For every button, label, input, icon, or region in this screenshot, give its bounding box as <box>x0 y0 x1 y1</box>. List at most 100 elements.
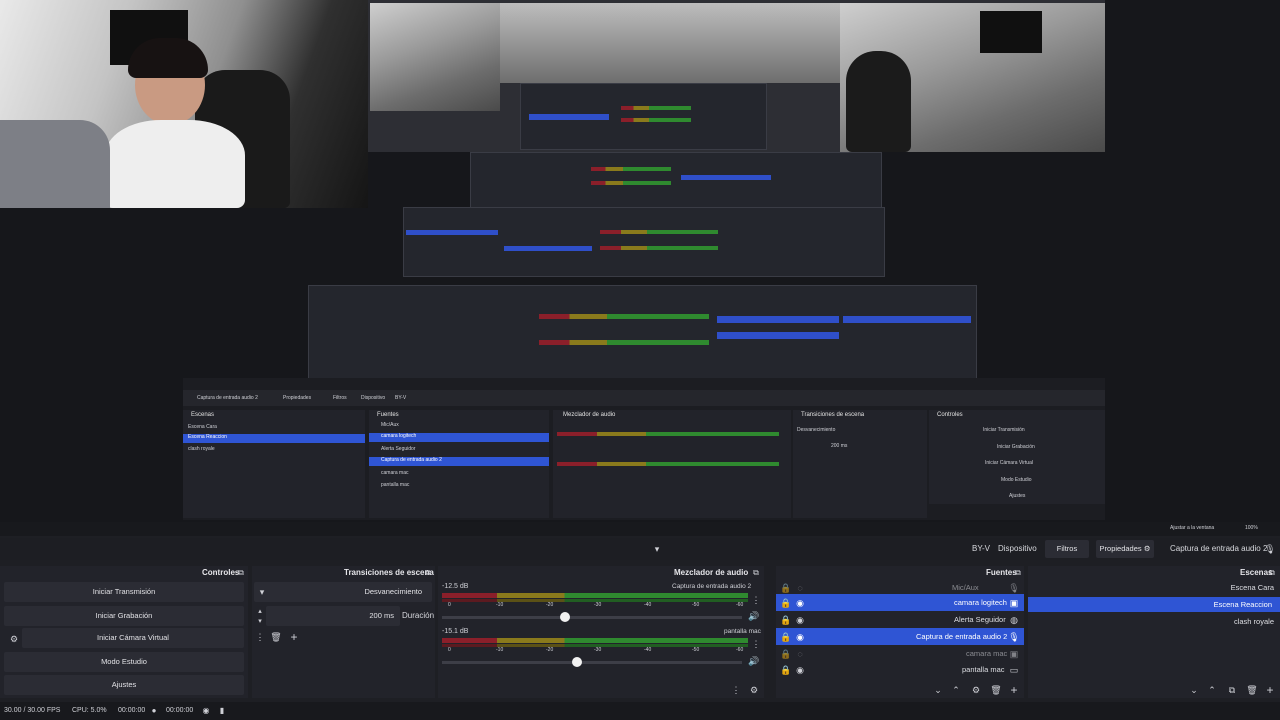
add-icon[interactable]: + <box>1008 684 1020 696</box>
track2-meter <box>442 638 748 643</box>
monitor-icon: ▭ <box>1009 665 1019 675</box>
source-item[interactable]: 🔒 ◉ pantalla mac ▭ <box>776 662 1024 677</box>
fit-to-window-label[interactable]: Ajustar a la ventana <box>1170 525 1214 531</box>
source-item[interactable]: 🔒 ◉ camara logitech ▣ <box>776 594 1024 611</box>
source-item[interactable]: 🔒 ◌ Mic/Aux 🎙 <box>776 580 1024 595</box>
filters-button[interactable]: Filtros <box>1045 540 1089 558</box>
inner-properties: Propiedades <box>283 395 312 401</box>
trash-icon[interactable]: 🗑 <box>990 684 1002 696</box>
eye-hidden-icon[interactable]: ◌ <box>794 582 806 594</box>
couch-blanket <box>0 120 110 208</box>
eye-icon[interactable]: ◉ <box>794 614 806 626</box>
add-icon[interactable]: + <box>1264 684 1276 696</box>
stream-signal-icon: ◉ <box>202 706 210 715</box>
eye-icon[interactable]: ◉ <box>794 664 806 676</box>
menu-dots-icon[interactable]: ⋮ <box>750 594 762 606</box>
chevron-up-icon[interactable]: ⌃ <box>1206 684 1218 696</box>
program-preview[interactable]: Captura de entrada audio 2 Propiedades F… <box>0 0 1280 528</box>
track2-volume-knob[interactable] <box>572 657 582 667</box>
inner-ctl-3: Modo Estudio <box>1001 477 1032 483</box>
source-name: camara mac <box>966 649 1008 658</box>
mixer-title: Mezclador de audio <box>674 568 749 577</box>
lock-icon[interactable]: 🔒 <box>780 631 792 643</box>
speaker-icon[interactable]: 🔊 <box>748 610 760 622</box>
inner-source-5: pantalla mac <box>381 482 410 488</box>
transition-type-select[interactable]: Desvanecimiento <box>254 582 432 602</box>
source-item[interactable]: 🔒 ◌ camara mac ▣ <box>776 646 1024 661</box>
start-streaming-label: Iniciar Transmisión <box>92 587 156 596</box>
duration-input[interactable]: 200 ms <box>266 606 400 626</box>
inner-sources-title: Fuentes <box>377 412 399 418</box>
eye-icon[interactable]: ◉ <box>794 597 806 609</box>
panel-undock-icon[interactable]: ⧉ <box>750 567 762 579</box>
inner-transition-type: Desvanecimiento <box>797 427 836 433</box>
start-recording-button[interactable]: Iniciar Grabación <box>4 606 244 626</box>
track2-volume-slider[interactable] <box>442 661 742 664</box>
inner-controls-panel: Controles Iniciar Transmisión Iniciar Gr… <box>929 410 1105 504</box>
trash-icon[interactable]: 🗑 <box>270 631 282 643</box>
lock-icon[interactable]: 🔒 <box>780 582 792 594</box>
gear-icon[interactable]: ⚙ <box>970 684 982 696</box>
lock-icon[interactable]: 🔒 <box>780 664 792 676</box>
speaker-icon[interactable]: 🔊 <box>748 655 760 667</box>
chevron-down-icon[interactable]: ⌄ <box>932 684 944 696</box>
trash-icon[interactable]: 🗑 <box>1246 684 1258 696</box>
cpu-readout: CPU: 5.0% <box>72 707 107 714</box>
mixer-settings-icon[interactable]: ⚙ <box>748 684 760 696</box>
tick-label: 0 <box>448 602 451 608</box>
device-value[interactable]: BY-V <box>972 544 990 553</box>
gear-icon[interactable]: ⚙ <box>8 633 20 645</box>
settings-label: Ajustes <box>111 680 137 689</box>
scene-item[interactable]: Escena Cara <box>1028 580 1280 595</box>
scene-item-active[interactable]: Escena Reaccion <box>1028 597 1280 612</box>
properties-button[interactable]: Propiedades ⚙ <box>1096 540 1154 558</box>
track1-volume-knob[interactable] <box>560 612 570 622</box>
track1-volume-slider[interactable] <box>442 616 742 619</box>
studio-mode-button[interactable]: Modo Estudio <box>4 652 244 672</box>
panel-undock-icon[interactable]: ⧉ <box>422 567 434 579</box>
chevron-down-icon[interactable]: ⌄ <box>1188 684 1200 696</box>
inner-scene-2: clash royale <box>188 446 215 452</box>
inner-ctl-2: Iniciar Cámara Virtual <box>985 460 1033 466</box>
start-virtual-camera-button[interactable]: Iniciar Cámara Virtual <box>22 628 244 648</box>
source-toolbar: ▾ BY-V Dispositivo Filtros Propiedades ⚙… <box>0 538 1280 560</box>
source-name: camara logitech <box>954 598 1007 607</box>
wall-tv <box>980 11 1042 53</box>
track1-name: Captura de entrada audio 2 <box>672 583 752 590</box>
stream-time: 00:00:00 <box>166 707 194 714</box>
transitions-title: Transiciones de escena <box>344 568 434 577</box>
panel-undock-icon[interactable]: ⧉ <box>235 567 247 579</box>
person-hair <box>128 38 208 78</box>
lock-icon[interactable]: 🔒 <box>780 614 792 626</box>
dropdown-chevron-icon[interactable]: ▾ <box>651 543 663 555</box>
lock-icon[interactable]: 🔒 <box>780 597 792 609</box>
menu-dots-icon[interactable]: ⋮ <box>750 638 762 650</box>
eye-hidden-icon[interactable]: ◌ <box>794 648 806 660</box>
eye-icon[interactable]: ◉ <box>794 631 806 643</box>
source-item[interactable]: 🔒 ◉ Alerta Seguidor ◍ <box>776 612 1024 627</box>
device-label: Dispositivo <box>998 544 1037 553</box>
panel-undock-icon[interactable]: ⧉ <box>1012 567 1024 579</box>
add-icon[interactable]: + <box>288 631 300 643</box>
studio-mode-label: Modo Estudio <box>101 657 147 666</box>
start-streaming-button[interactable]: Iniciar Transmisión <box>4 582 244 602</box>
stepper-down-icon[interactable]: ▾ <box>254 616 266 628</box>
track1-db: -12.5 dB <box>442 583 469 590</box>
menu-dots-icon[interactable]: ⋮ <box>254 631 266 643</box>
chevron-up-icon[interactable]: ⌃ <box>950 684 962 696</box>
settings-button[interactable]: Ajustes <box>4 675 244 695</box>
panel-undock-icon[interactable]: ⧉ <box>1266 567 1278 579</box>
tick-label: -60 <box>736 647 744 653</box>
inner-filters: Filtros <box>333 395 347 401</box>
source-item[interactable]: 🔒 ◉ Captura de entrada audio 2 🎙 <box>776 628 1024 645</box>
mixer-menu-dots-icon[interactable]: ⋮ <box>730 684 742 696</box>
tick-label: -10 <box>496 647 504 653</box>
lock-icon[interactable]: 🔒 <box>780 648 792 660</box>
scene-item[interactable]: clash royale <box>1028 614 1280 629</box>
filter-icon[interactable]: ⧉ <box>1226 684 1238 696</box>
inner-scenes-panel: Escenas Escena Cara Escena Reaccion clas… <box>183 410 365 518</box>
inner-device-value: BY-V <box>395 395 407 401</box>
inner-source-0: Mic/Aux <box>381 422 399 428</box>
room-feed-center <box>500 3 840 83</box>
source-name: Alerta Seguidor <box>954 615 1006 624</box>
